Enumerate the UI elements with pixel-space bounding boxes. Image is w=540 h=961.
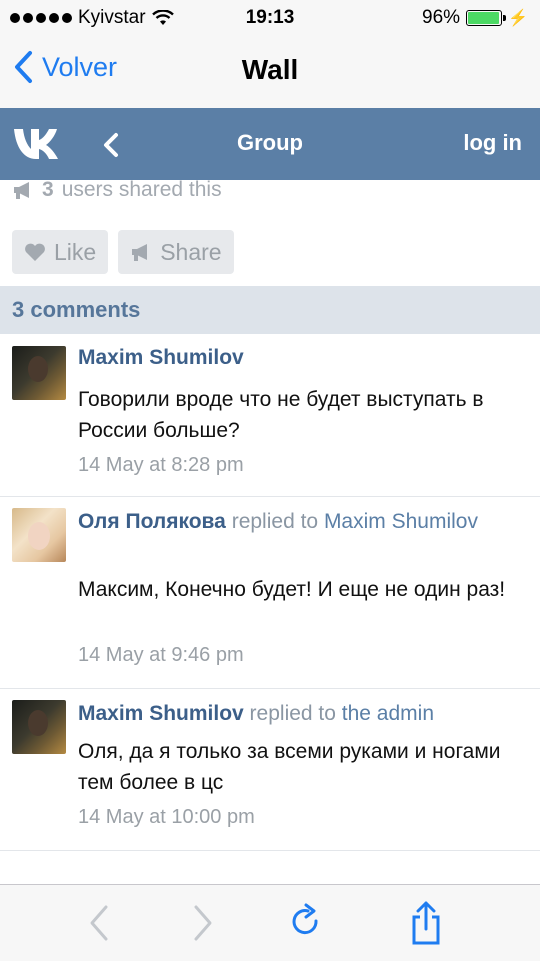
avatar[interactable]	[12, 508, 66, 562]
vk-header: Group log in	[0, 108, 540, 180]
login-link[interactable]: log in	[463, 130, 522, 156]
comment-item: Maxim Shumilov replied to the admin Оля,…	[0, 688, 540, 851]
share-count-text: users shared this	[61, 178, 222, 201]
browser-back-button[interactable]	[80, 901, 120, 945]
page-title: Wall	[241, 54, 299, 85]
comment-time[interactable]: 14 May at 9:46 pm	[78, 644, 244, 667]
chevron-left-icon	[90, 905, 108, 941]
battery-area: 96% ⚡	[422, 7, 528, 29]
comment-header: Maxim Shumilov	[78, 342, 526, 373]
share-count-line: 3 users shared this	[12, 178, 222, 202]
comment-text: Максим, Конечно будет! И еще не один раз…	[78, 578, 506, 601]
like-label: Like	[54, 238, 97, 265]
reply-target[interactable]: the admin	[342, 702, 434, 725]
avatar[interactable]	[12, 346, 66, 400]
comment-text: Оля, да я только за всеми руками и ногам…	[78, 740, 501, 794]
chevron-right-icon	[194, 905, 212, 941]
replied-to-text: replied to	[249, 702, 336, 725]
comments-count: 3 comments	[12, 297, 141, 322]
avatar[interactable]	[12, 700, 66, 754]
share-sheet-button[interactable]	[406, 901, 446, 945]
comment-item: Оля Полякова replied to Maxim Shumilov М…	[0, 496, 540, 689]
comment-author[interactable]: Оля Полякова	[78, 510, 226, 533]
share-count: 3	[42, 178, 54, 201]
share-button[interactable]: Share	[118, 230, 234, 274]
reply-target[interactable]: Maxim Shumilov	[324, 510, 478, 533]
megaphone-icon	[14, 182, 29, 199]
ios-nav-bar: Volver Wall	[0, 36, 540, 109]
comment-text: Говорили вроде что не будет выступать в …	[78, 388, 484, 442]
reload-icon	[292, 903, 318, 935]
comment-item: Maxim Shumilov Говорили вроде что не буд…	[0, 334, 540, 497]
browser-toolbar	[0, 884, 540, 961]
like-button[interactable]: Like	[12, 230, 109, 274]
browser-forward-button[interactable]	[182, 901, 222, 945]
vk-section-title: Group	[237, 130, 303, 155]
post-actions: Like Share	[12, 230, 234, 274]
comment-time[interactable]: 14 May at 8:28 pm	[78, 454, 244, 477]
battery-percent: 96%	[422, 7, 461, 28]
heart-icon	[25, 243, 45, 261]
reload-button[interactable]	[286, 901, 326, 945]
comment-author[interactable]: Maxim Shumilov	[78, 702, 244, 725]
battery-icon	[466, 10, 507, 26]
comment-time[interactable]: 14 May at 10:00 pm	[78, 806, 255, 829]
comments-header: 3 comments	[0, 286, 540, 334]
replied-to-text: replied to	[231, 510, 319, 533]
share-icon	[412, 901, 440, 945]
comment-author[interactable]: Maxim Shumilov	[78, 346, 244, 369]
comment-header: Оля Полякова replied to Maxim Shumilov	[78, 506, 526, 537]
status-bar: Kyivstar 19:13 96% ⚡	[0, 0, 540, 36]
comment-header: Maxim Shumilov replied to the admin	[78, 698, 526, 729]
charging-icon: ⚡	[508, 10, 528, 27]
share-label: Share	[160, 238, 222, 265]
megaphone-icon	[132, 244, 148, 261]
